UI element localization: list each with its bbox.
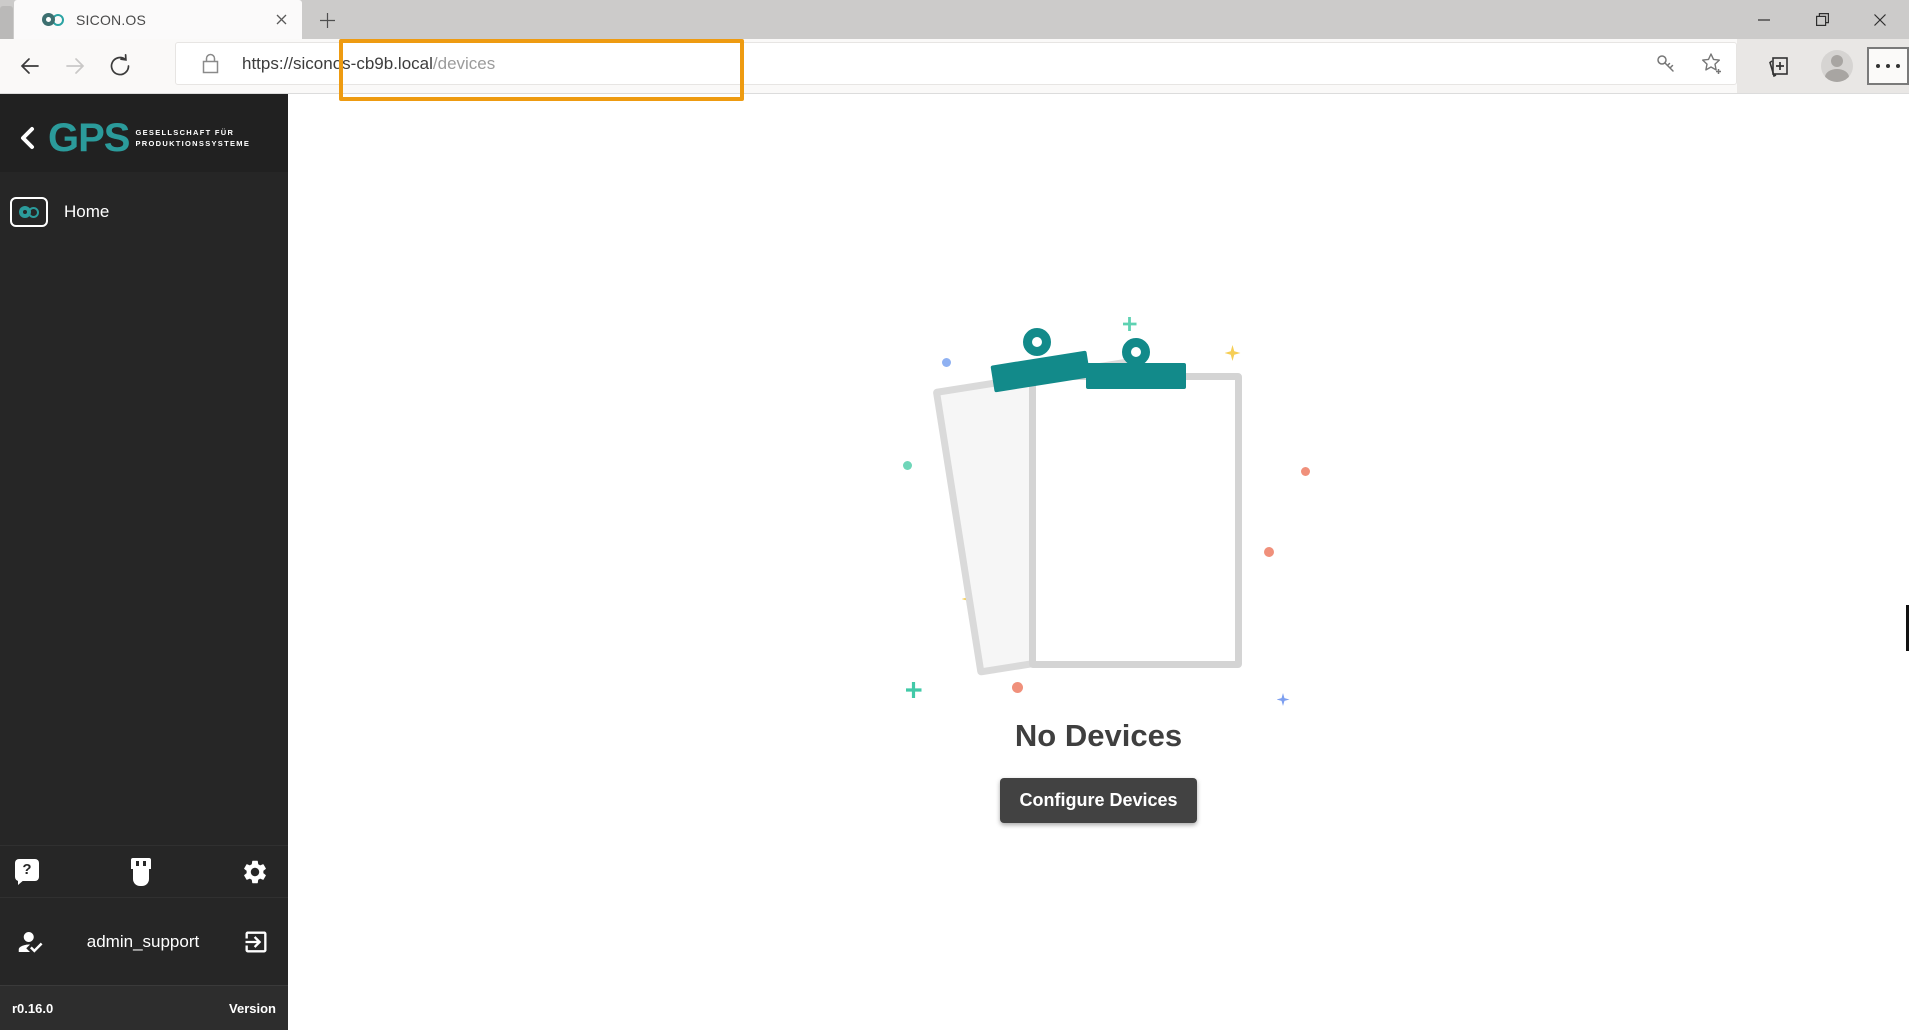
url-host: https://siconos-cb9b.local	[242, 54, 433, 73]
clipboard-front-ring	[1122, 338, 1150, 366]
username-label: admin_support	[87, 932, 199, 952]
window-controls	[1735, 0, 1909, 39]
clipboard-back-ring	[1023, 328, 1051, 356]
close-window-button[interactable]	[1851, 0, 1909, 39]
add-favorite-star-icon[interactable]	[1696, 48, 1728, 80]
configure-devices-button[interactable]: Configure Devices	[1000, 778, 1196, 823]
help-icon[interactable]: ?	[10, 855, 44, 889]
sidebar-account-row: admin_support	[0, 897, 288, 985]
browser-toolbar: https://siconos-cb9b.local/devices	[0, 39, 1909, 94]
star-confetti	[1225, 345, 1241, 361]
saved-passwords-key-icon[interactable]	[1650, 48, 1682, 80]
home-sicon-logo-icon	[10, 197, 48, 227]
back-button[interactable]	[10, 46, 50, 86]
plus-confetti	[906, 682, 922, 698]
version-bar: r0.16.0 Version	[0, 985, 288, 1030]
dot-confetti	[1301, 467, 1310, 476]
collections-icon[interactable]	[1763, 49, 1793, 83]
tab-bar: SICON.OS	[0, 0, 1909, 39]
no-devices-empty-state: No Devices Configure Devices	[884, 312, 1314, 823]
sicon-favicon-icon	[42, 13, 64, 26]
minimize-button[interactable]	[1735, 0, 1793, 39]
star-confetti	[1277, 693, 1290, 706]
dot-confetti	[1264, 547, 1274, 557]
version-value: r0.16.0	[12, 1001, 53, 1016]
usb-icon[interactable]	[124, 855, 158, 889]
refresh-button[interactable]	[100, 46, 140, 86]
browser-window: SICON.OS	[0, 0, 1909, 1030]
tab-edge-sliver	[0, 6, 13, 39]
main-content: No Devices Configure Devices	[288, 94, 1909, 1030]
profile-avatar[interactable]	[1821, 49, 1853, 83]
settings-gear-icon[interactable]	[238, 855, 272, 889]
forward-button[interactable]	[55, 46, 95, 86]
clipboards-illustration	[884, 312, 1314, 712]
url-path: /devices	[433, 54, 495, 73]
sidebar-item-label: Home	[64, 202, 109, 222]
gps-logo-subtitle: GESELLSCHAFT FÜR PRODUKTIONSSYSTEME	[135, 127, 250, 150]
restore-button[interactable]	[1793, 0, 1851, 39]
address-bar[interactable]: https://siconos-cb9b.local/devices	[175, 42, 1737, 85]
empty-state-title: No Devices	[884, 718, 1314, 754]
clipboard-front-clip	[1086, 363, 1186, 389]
gps-logo: GPS GESELLSCHAFT FÜR PRODUKTIONSSYSTEME	[48, 118, 250, 158]
sidebar: GPS GESELLSCHAFT FÜR PRODUKTIONSSYSTEME …	[0, 94, 288, 1030]
sidebar-item-home[interactable]: Home	[0, 188, 288, 236]
dot-confetti	[903, 461, 912, 470]
version-label: Version	[229, 1001, 276, 1016]
plus-confetti	[1123, 317, 1137, 331]
url-text[interactable]: https://siconos-cb9b.local/devices	[242, 54, 495, 74]
sidebar-header: GPS GESELLSCHAFT FÜR PRODUKTIONSSYSTEME	[0, 94, 288, 172]
sidebar-tools-row: ?	[0, 845, 288, 897]
gps-logo-text: GPS	[48, 118, 129, 158]
logout-icon[interactable]	[240, 926, 272, 958]
dot-confetti	[942, 358, 951, 367]
settings-and-more-button[interactable]	[1867, 47, 1909, 85]
tab-close-icon[interactable]	[270, 9, 292, 31]
collapse-sidebar-chevron-icon[interactable]	[14, 123, 40, 153]
toolbar-right-panel	[1737, 39, 1909, 93]
clipboard-front	[1029, 373, 1242, 668]
lock-icon	[194, 48, 226, 80]
browser-tab[interactable]: SICON.OS	[14, 0, 302, 39]
new-tab-button[interactable]	[314, 7, 340, 33]
tab-title: SICON.OS	[76, 12, 146, 28]
user-check-icon	[14, 926, 46, 958]
avatar	[1821, 50, 1853, 82]
dot-confetti	[1012, 682, 1023, 693]
page-body: GPS GESELLSCHAFT FÜR PRODUKTIONSSYSTEME …	[0, 94, 1909, 1030]
